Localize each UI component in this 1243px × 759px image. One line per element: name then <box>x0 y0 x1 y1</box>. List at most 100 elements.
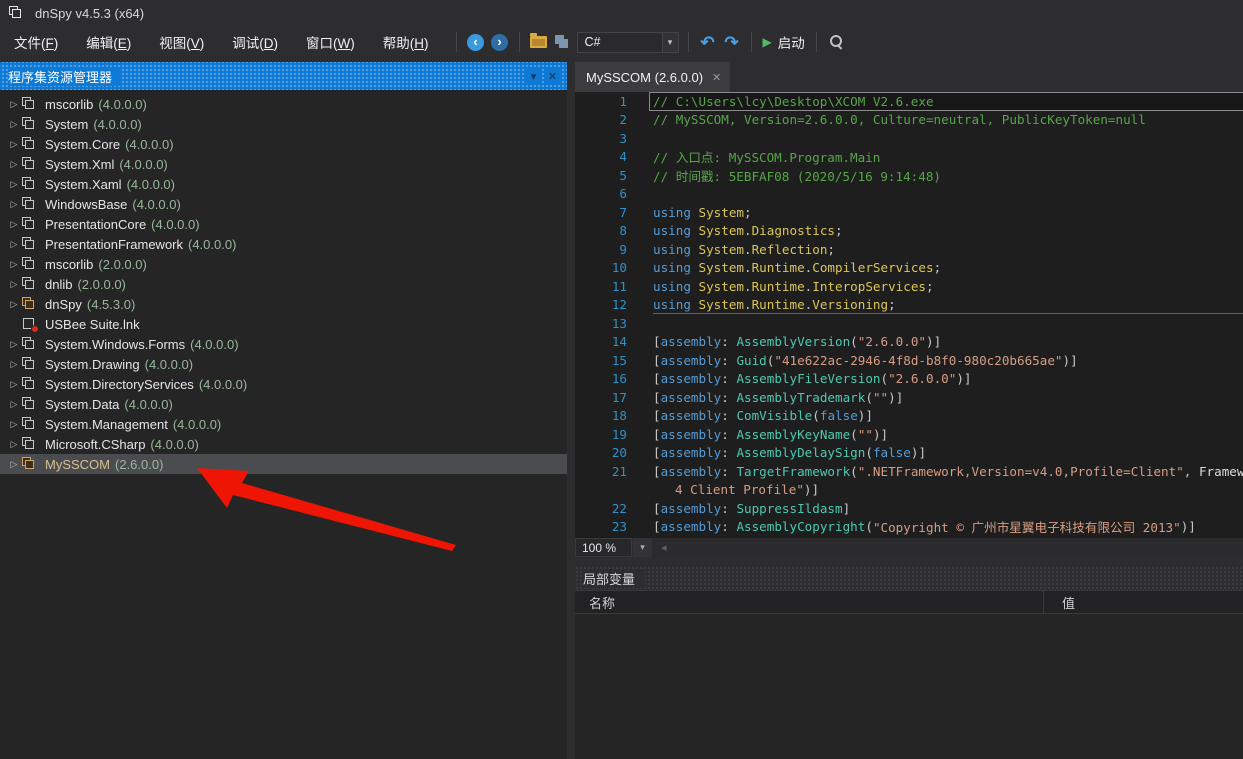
code-text <box>653 314 1243 333</box>
expander-icon[interactable]: ▷ <box>6 219 22 230</box>
tree-item-mscorlib[interactable]: ▷mscorlib(2.0.0.0) <box>0 254 567 274</box>
code-line: 7using System; <box>575 203 1243 222</box>
menu-item-e[interactable]: 编辑(E) <box>72 27 145 57</box>
code-text: 4 Client Profile")] <box>653 481 1243 500</box>
tree-item-presentationframework[interactable]: ▷ PresentationFramework (4.0.0.0) <box>0 234 567 254</box>
tree-item-system-drawing[interactable]: ▷System.Drawing(4.0.0.0) <box>0 354 567 374</box>
menu-item-d[interactable]: 调试(D) <box>218 27 292 57</box>
menu-item-v[interactable]: 视图(V) <box>145 27 218 57</box>
save-all-button[interactable] <box>551 30 575 54</box>
assembly-version: (4.0.0.0) <box>188 237 236 252</box>
code-text: [assembly: AssemblyTrademark("")] <box>653 388 1243 407</box>
expander-icon[interactable]: ▷ <box>6 339 22 350</box>
expander-icon[interactable]: ▷ <box>6 419 22 430</box>
expander-icon[interactable]: ▷ <box>6 459 22 470</box>
expander-icon[interactable]: ▷ <box>6 179 22 190</box>
zoom-level-selector[interactable]: 100 % <box>575 538 632 557</box>
code-text: [assembly: AssemblyVersion("2.6.0.0")] <box>653 333 1243 352</box>
expander-icon[interactable]: ▷ <box>6 399 22 410</box>
chevron-down-icon: ▾ <box>531 70 537 83</box>
tree-item-mysscom[interactable]: ▷MySSCOM(2.6.0.0) <box>0 454 567 474</box>
undo-button[interactable]: ↶ <box>696 30 720 54</box>
tree-item-presentationcore[interactable]: ▷PresentationCore(4.0.0.0) <box>0 214 567 234</box>
line-number: 2 <box>575 112 637 127</box>
zoom-dropdown-button[interactable]: ▾ <box>633 538 652 557</box>
panel-menu-button[interactable]: ▾ <box>525 67 542 85</box>
tree-item-dnlib[interactable]: ▷dnlib(2.0.0.0) <box>0 274 567 294</box>
assembly-version: (4.0.0.0) <box>145 357 193 372</box>
navigate-forward-button[interactable]: › <box>488 30 512 54</box>
close-icon: ✕ <box>548 70 557 83</box>
tree-item-system-management[interactable]: ▷System.Management(4.0.0.0) <box>0 414 567 434</box>
assembly-version: (2.0.0.0) <box>77 277 125 292</box>
forward-icon: › <box>491 34 508 51</box>
tree-item-mscorlib[interactable]: ▷mscorlib(4.0.0.0) <box>0 94 567 114</box>
line-number: 15 <box>575 353 637 368</box>
navigate-back-button[interactable]: ‹ <box>464 30 488 54</box>
chevron-down-icon[interactable]: ▾ <box>663 32 679 53</box>
tree-item-microsoft-csharp[interactable]: ▷Microsoft.CSharp(4.0.0.0) <box>0 434 567 454</box>
tree-item-system-xaml[interactable]: ▷System.Xaml(4.0.0.0) <box>0 174 567 194</box>
expander-icon[interactable]: ▷ <box>6 199 22 210</box>
expander-icon[interactable]: ▷ <box>6 239 22 250</box>
expander-icon[interactable]: ▷ <box>6 439 22 450</box>
line-number: 13 <box>575 316 637 331</box>
scroll-left-icon: ◂ <box>661 541 667 554</box>
assembly-name: PresentationFramework <box>45 237 183 252</box>
expander-icon[interactable]: ▷ <box>6 359 22 370</box>
code-line: 23[assembly: AssemblyCopyright("Copyrigh… <box>575 518 1243 537</box>
line-number: 1 <box>575 94 637 109</box>
tree-item-system-directoryservices[interactable]: ▷System.DirectoryServices(4.0.0.0) <box>0 374 567 394</box>
code-editor[interactable]: 1// C:\Users\lcy\Desktop\XCOM V2.6.exe2/… <box>575 92 1243 538</box>
tree-item-dnspy[interactable]: ▷dnSpy(4.5.3.0) <box>0 294 567 314</box>
expander-icon[interactable]: ▷ <box>6 159 22 170</box>
tab-mysscom[interactable]: MySSCOM (2.6.0.0) ✕ <box>575 62 730 92</box>
open-file-button[interactable] <box>527 30 551 54</box>
code-line: 18[assembly: ComVisible(false)] <box>575 407 1243 426</box>
panel-splitter[interactable] <box>567 62 575 759</box>
window-title: dnSpy v4.5.3 (x64) <box>35 6 144 21</box>
tree-item-system-data[interactable]: ▷System.Data(4.0.0.0) <box>0 394 567 414</box>
expander-icon[interactable]: ▷ <box>6 139 22 150</box>
expander-icon[interactable]: ▷ <box>6 99 22 110</box>
assembly-gray-icon <box>22 157 38 172</box>
line-number: 16 <box>575 371 637 386</box>
horizontal-scrollbar[interactable]: ◂ <box>652 538 1243 557</box>
code-line: 1// C:\Users\lcy\Desktop\XCOM V2.6.exe <box>575 92 1243 111</box>
assembly-tree[interactable]: ▷mscorlib(4.0.0.0)▷System(4.0.0.0)▷Syste… <box>0 94 567 759</box>
expander-icon[interactable]: ▷ <box>6 119 22 130</box>
menu-item-f[interactable]: 文件(F) <box>0 27 72 57</box>
menu-bar: 文件(F)编辑(E)视图(V)调试(D)窗口(W)帮助(H) ‹ › C# ▾ … <box>0 26 1243 58</box>
start-debugging-button[interactable]: ▶ 启动 <box>759 32 809 52</box>
tree-item-system-windows-forms[interactable]: ▷System.Windows.Forms(4.0.0.0) <box>0 334 567 354</box>
save-all-icon <box>555 35 571 50</box>
menu-item-h[interactable]: 帮助(H) <box>369 27 443 57</box>
locals-panel-header: 局部变量 <box>575 566 1243 590</box>
expander-icon[interactable]: ▷ <box>6 379 22 390</box>
tree-item-system-core[interactable]: ▷System.Core(4.0.0.0) <box>0 134 567 154</box>
tree-item-system-xml[interactable]: ▷System.Xml(4.0.0.0) <box>0 154 567 174</box>
toolbar-separator <box>688 32 689 52</box>
assembly-orange-icon <box>22 457 38 472</box>
redo-button[interactable]: ↷ <box>720 30 744 54</box>
column-header-name[interactable]: 名称 <box>575 591 1044 613</box>
panel-close-button[interactable]: ✕ <box>544 67 561 85</box>
column-header-value[interactable]: 值 <box>1044 591 1243 613</box>
language-selector[interactable]: C# ▾ <box>577 32 679 53</box>
tree-item-system[interactable]: ▷System(4.0.0.0) <box>0 114 567 134</box>
toolbar-separator <box>519 32 520 52</box>
line-number: 21 <box>575 464 637 479</box>
menu-item-w[interactable]: 窗口(W) <box>292 27 369 57</box>
code-text: [assembly: TargetFramework(".NETFramewor… <box>653 462 1243 481</box>
search-button[interactable] <box>824 30 848 54</box>
line-number: 3 <box>575 131 637 146</box>
expander-icon[interactable]: ▷ <box>6 279 22 290</box>
tab-close-icon[interactable]: ✕ <box>712 71 721 84</box>
tree-item-usbee-suite-lnk[interactable]: USBee Suite.lnk <box>0 314 567 334</box>
tree-item-windowsbase[interactable]: ▷WindowsBase(4.0.0.0) <box>0 194 567 214</box>
assembly-name: System <box>45 117 88 132</box>
expander-icon[interactable]: ▷ <box>6 259 22 270</box>
assembly-version: (4.0.0.0) <box>127 177 175 192</box>
expander-icon[interactable]: ▷ <box>6 299 22 310</box>
code-text: [assembly: AssemblyFileVersion("2.6.0.0"… <box>653 370 1243 389</box>
